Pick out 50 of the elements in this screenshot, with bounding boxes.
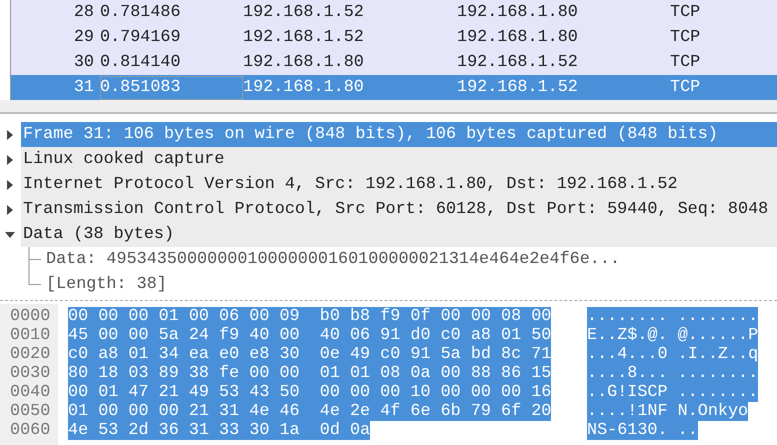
packet-protocol: TCP (670, 78, 702, 97)
ascii-bytes: ..G!ISCP ........ (587, 383, 758, 402)
packet-protocol: TCP (670, 28, 702, 47)
packet-number: 30 (72, 53, 95, 72)
packet-time: 0.781486 (100, 3, 182, 22)
packet-protocol: TCP (670, 53, 702, 72)
detail-tree-item[interactable]: [Length: 38] (42, 272, 167, 297)
hex-bytes: 00 01 47 21 49 53 43 50 00 00 00 10 00 00 00 16 (68, 383, 552, 402)
packet-destination: 192.168.1.80 (457, 3, 579, 22)
ascii-bytes: ....!1NF N.Onkyo (587, 402, 748, 421)
packet-destination: 192.168.1.52 (457, 78, 579, 97)
hex-bytes: 01 00 00 00 21 31 4e 46 4e 2e 4f 6e 6b 79 6f 20 (68, 402, 552, 421)
packet-source: 192.168.1.52 (243, 28, 365, 47)
detail-tree-item[interactable]: Data: 4953435000000010000000160100000021314e464e2e4f6e... (42, 247, 620, 272)
ascii-bytes: ....8... ........ (587, 364, 758, 383)
packet-number: 29 (72, 28, 95, 47)
ascii-bytes: ...4...0 .I..Z..q (587, 345, 758, 364)
detail-tree-item[interactable]: Transmission Control Protocol, Src Port: 60128, Dst Port: 59440, Seq: 8048 (21, 197, 777, 222)
byte-offset: 0000 (9, 307, 52, 326)
byte-offset: 0060 (9, 421, 52, 440)
packet-time: 0.794169 (100, 28, 182, 47)
ascii-bytes: NS-6130. .. (587, 421, 698, 440)
detail-tree-item[interactable]: Linux cooked capture (21, 147, 777, 172)
packet-time: 0.814140 (100, 53, 182, 72)
packet-number: 28 (72, 3, 95, 22)
packet-source: 192.168.1.80 (243, 78, 365, 97)
detail-tree-item[interactable]: Internet Protocol Version 4, Src: 192.168.1.80, Dst: 192.168.1.52 (21, 172, 777, 197)
packet-row[interactable]: 28 0.781486 192.168.1.52 192.168.1.80 TCP (11, 0, 777, 25)
byte-offset: 0030 (9, 364, 52, 383)
detail-tree-item[interactable]: Data (38 bytes) (21, 222, 777, 247)
packet-source: 192.168.1.52 (243, 3, 365, 22)
byte-offset: 0020 (9, 345, 52, 364)
hex-bytes: 4e 53 2d 36 31 33 30 1a 0d 0a (68, 421, 370, 440)
packet-time: 0.851083 (100, 76, 243, 100)
byte-offset: 0010 (9, 326, 52, 345)
packet-number: 31 (72, 78, 95, 97)
packet-destination: 192.168.1.52 (457, 53, 579, 72)
packet-row[interactable]: 30 0.814140 192.168.1.80 192.168.1.52 TCP (11, 50, 777, 75)
packet-destination: 192.168.1.80 (457, 28, 579, 47)
packet-source: 192.168.1.80 (243, 53, 365, 72)
packet-row[interactable]: 29 0.794169 192.168.1.52 192.168.1.80 TCP (11, 25, 777, 50)
hex-bytes: 45 00 00 5a 24 f9 40 00 40 06 91 d0 c0 a8 01 50 (68, 326, 552, 345)
byte-offset: 0050 (9, 402, 52, 421)
packet-protocol: TCP (670, 3, 702, 22)
hex-bytes: 80 18 03 89 38 fe 00 00 01 01 08 0a 00 88 86 15 (68, 364, 552, 383)
byte-offset: 0040 (9, 383, 52, 402)
hex-bytes: c0 a8 01 34 ea e0 e8 30 0e 49 c0 91 5a bd 8c 71 (68, 345, 552, 364)
ascii-bytes: ........ ........ (587, 307, 758, 326)
ascii-bytes: E..Z$.@. @......P (587, 326, 758, 345)
hex-bytes: 00 00 00 01 00 06 00 09 b0 b8 f9 0f 00 00 08 00 (68, 307, 552, 326)
